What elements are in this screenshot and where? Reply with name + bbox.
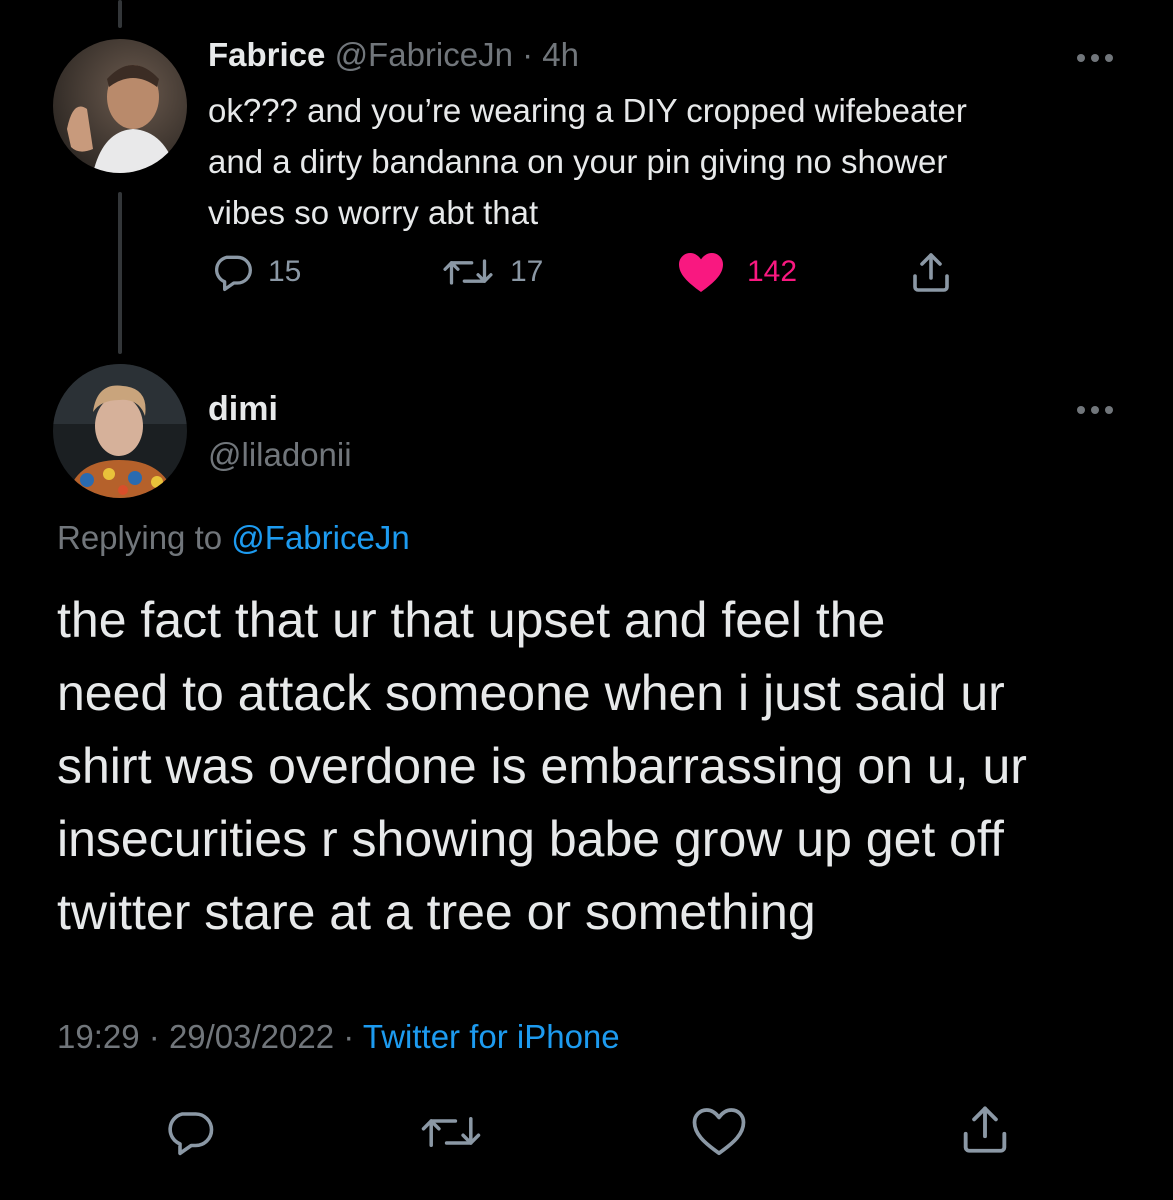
parent-retweet-count: 17	[510, 255, 544, 288]
parent-like-button[interactable]: 142	[677, 250, 797, 294]
parent-handle[interactable]: @FabriceJn	[335, 36, 513, 73]
parent-timestamp[interactable]: · 4h	[522, 36, 579, 73]
main-display-name[interactable]: dimi	[208, 390, 278, 429]
share-icon	[913, 253, 949, 292]
parent-display-name[interactable]: Fabrice	[208, 36, 325, 73]
reply-icon	[168, 1112, 214, 1156]
parent-share-button[interactable]	[907, 248, 955, 296]
thread-line-top	[118, 0, 122, 28]
main-reply-button[interactable]	[162, 1105, 216, 1159]
main-tweet-text: the fact that ur that upset and feel the…	[57, 592, 1027, 940]
more-icon	[1077, 54, 1113, 62]
parent-reply-button[interactable]: 15	[210, 250, 301, 294]
heart-icon	[679, 253, 723, 292]
share-icon	[963, 1106, 1007, 1153]
parent-header: Fabrice @FabriceJn · 4h	[208, 36, 579, 74]
heart-icon	[692, 1108, 746, 1156]
replying-to-label: Replying to	[57, 519, 223, 556]
main-share-button[interactable]	[956, 1100, 1014, 1158]
main-like-button[interactable]	[691, 1105, 747, 1157]
retweet-icon	[421, 1117, 481, 1147]
tweet-source[interactable]: Twitter for iPhone	[363, 1018, 620, 1055]
avatar-fabrice[interactable]	[53, 39, 187, 173]
parent-tweet-text: ok??? and you’re wearing a DIY cropped w…	[208, 92, 967, 231]
main-more-button[interactable]	[1073, 400, 1117, 420]
parent-reply-count: 15	[268, 255, 302, 288]
avatar-fabrice-image	[53, 39, 187, 173]
thread-line-bottom	[118, 192, 122, 354]
parent-retweet-button[interactable]: 17	[440, 250, 543, 294]
parent-more-button[interactable]	[1073, 48, 1117, 68]
meta-separator-2: ·	[343, 1018, 355, 1055]
reply-icon	[215, 255, 252, 292]
avatar-dimi-image	[53, 364, 187, 498]
tweet-meta: 19:29 · 29/03/2022 · Twitter for iPhone	[57, 1018, 620, 1056]
replying-to: Replying to @FabriceJn	[57, 519, 410, 557]
retweet-icon	[443, 259, 493, 285]
meta-separator-1: ·	[148, 1018, 160, 1055]
avatar-dimi[interactable]	[53, 364, 187, 498]
parent-like-count: 142	[747, 255, 798, 288]
more-icon	[1077, 406, 1113, 414]
tweet-time[interactable]: 19:29	[57, 1018, 140, 1055]
tweet-date[interactable]: 29/03/2022	[169, 1018, 334, 1055]
main-handle[interactable]: @liladonii	[208, 436, 352, 474]
replying-to-handle[interactable]: @FabriceJn	[231, 519, 409, 556]
main-retweet-button[interactable]	[418, 1105, 484, 1159]
